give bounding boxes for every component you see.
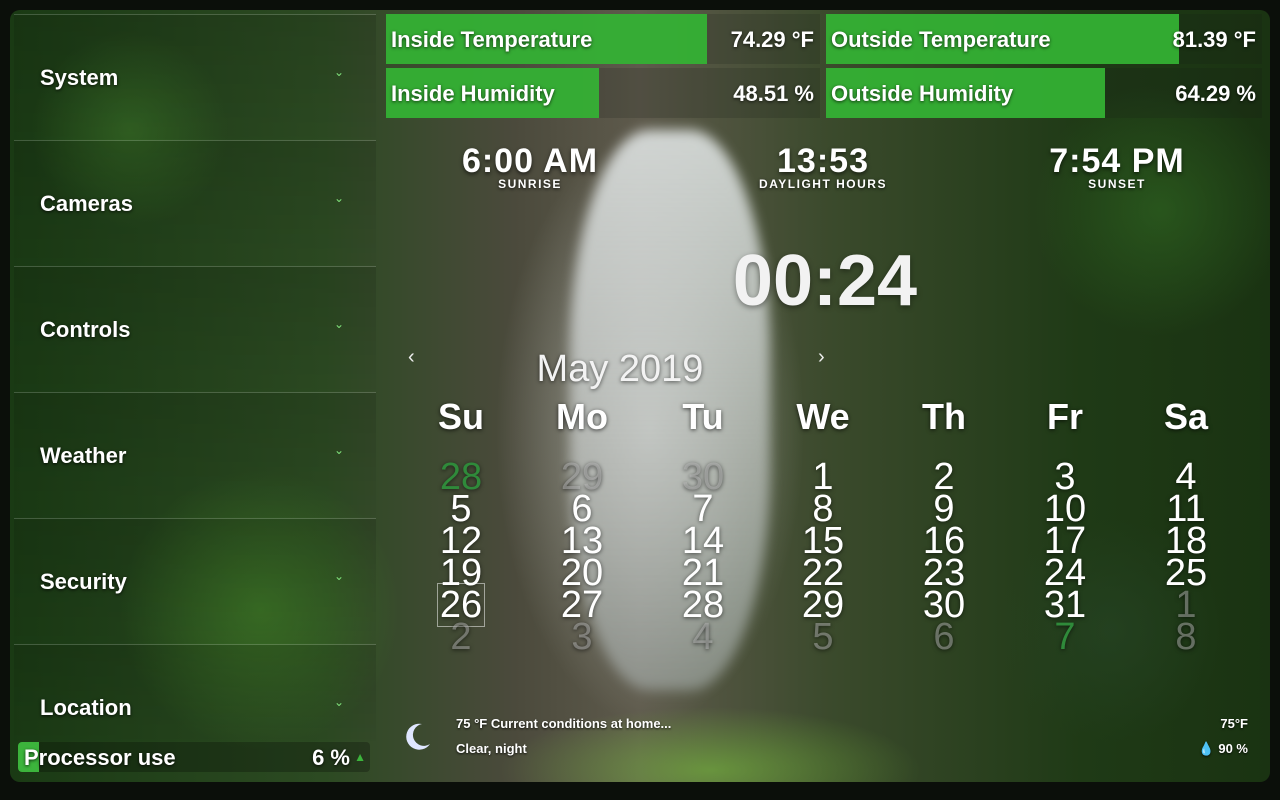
weekday-header: We [796,396,850,437]
sidebar-item-label: Cameras [40,191,133,216]
weather-humidity: 💧 90 % [1198,741,1248,757]
sunrise-widget: 6:00 AM SUNRISE [420,142,640,191]
droplet-icon: 💧 [1198,741,1215,756]
sidebar-item-cameras[interactable]: Cameras ⌄ [14,140,376,265]
chevron-down-icon[interactable]: ⌄ [334,695,350,711]
sensor-label: Inside Humidity [391,81,555,106]
sidebar: System ⌄ Cameras ⌄ Controls ⌄ Weather ⌄ … [14,14,376,780]
chevron-down-icon[interactable]: ⌄ [334,443,350,459]
daylight-label: DAYLIGHT HOURS [759,177,887,191]
weekday-header: Tu [682,396,724,437]
sidebar-item-weather[interactable]: Weather ⌄ [14,392,376,517]
sidebar-item-location[interactable]: Location ⌄ [14,644,376,741]
sidebar-item-label: Location [40,695,132,720]
outside-humidity-sensor[interactable]: Outside Humidity 64.29 % [826,68,1262,118]
weather-condition: Clear, night [456,741,527,756]
daylight-hours: 13:53 [777,142,869,180]
weather-summary: 75 °F Current conditions at home... [456,716,672,731]
weekday-header: Su [437,396,484,437]
sidebar-item-label: Weather [40,443,127,468]
weekday-header: Th [922,396,966,437]
calendar-title: May 2019 [536,348,704,390]
previous-month-button[interactable]: ‹ [408,346,415,369]
weather-humidity-value: 90 % [1218,741,1248,756]
calendar-day[interactable]: 6 [889,618,999,656]
sensor-label: Outside Temperature [831,27,1051,52]
sensor-label: Inside Temperature [391,27,593,52]
sensor-label: Outside Humidity [831,81,1014,106]
processor-use-bar: Processor use 6 % ▲ [18,742,370,772]
sunrise-label: SUNRISE [498,177,562,191]
chevron-down-icon[interactable]: ⌄ [334,317,350,333]
daylight-widget: 13:53 DAYLIGHT HOURS [713,142,933,191]
moon-icon [406,723,430,750]
weather-bar[interactable]: 75 °F Current conditions at home... Clea… [396,708,1256,768]
processor-label: Processor use [24,745,176,770]
calendar-day[interactable]: 3 [527,618,637,656]
sidebar-item-label: Security [40,569,127,594]
weekday-header: Fr [1047,396,1083,437]
sidebar-item-label: Controls [40,317,131,342]
sunset-time: 7:54 PM [1049,142,1185,180]
sidebar-item-controls[interactable]: Controls ⌄ [14,266,376,391]
sidebar-item-system[interactable]: System ⌄ [14,14,376,139]
next-month-button[interactable]: › [818,346,825,369]
weekday-header: Mo [556,396,608,437]
chevron-down-icon[interactable]: ⌄ [334,569,350,585]
calendar-day[interactable]: 8 [1131,618,1241,656]
chevron-down-icon[interactable]: ⌄ [334,191,350,207]
sunset-label: SUNSET [1088,177,1146,191]
inside-humidity-sensor[interactable]: Inside Humidity 48.51 % [386,68,820,118]
sensor-value: 74.29 °F [730,27,814,52]
chevron-down-icon[interactable]: ⌄ [334,65,350,81]
calendar-day[interactable]: 4 [648,618,758,656]
sunrise-time: 6:00 AM [461,142,599,180]
processor-value: 6 % [312,745,350,770]
outside-temperature-sensor[interactable]: Outside Temperature 81.39 °F [826,14,1262,64]
weather-temperature: 75°F [1220,716,1248,731]
calendar-day[interactable]: 5 [768,618,878,656]
sunset-widget: 7:54 PM SUNSET [1007,142,1227,191]
sensor-value: 48.51 % [733,81,814,106]
sidebar-item-label: System [40,65,119,90]
clock: 00:24 [732,241,918,321]
weekday-header: Sa [1163,396,1209,437]
sensor-value: 81.39 °F [1172,27,1256,52]
sensor-value: 64.29 % [1175,81,1256,106]
inside-temperature-sensor[interactable]: Inside Temperature 74.29 °F [386,14,820,64]
calendar-day[interactable]: 7 [1010,618,1120,656]
trend-up-icon: ▲ [354,750,366,764]
calendar-day[interactable]: 2 [406,618,516,656]
sidebar-item-security[interactable]: Security ⌄ [14,518,376,643]
